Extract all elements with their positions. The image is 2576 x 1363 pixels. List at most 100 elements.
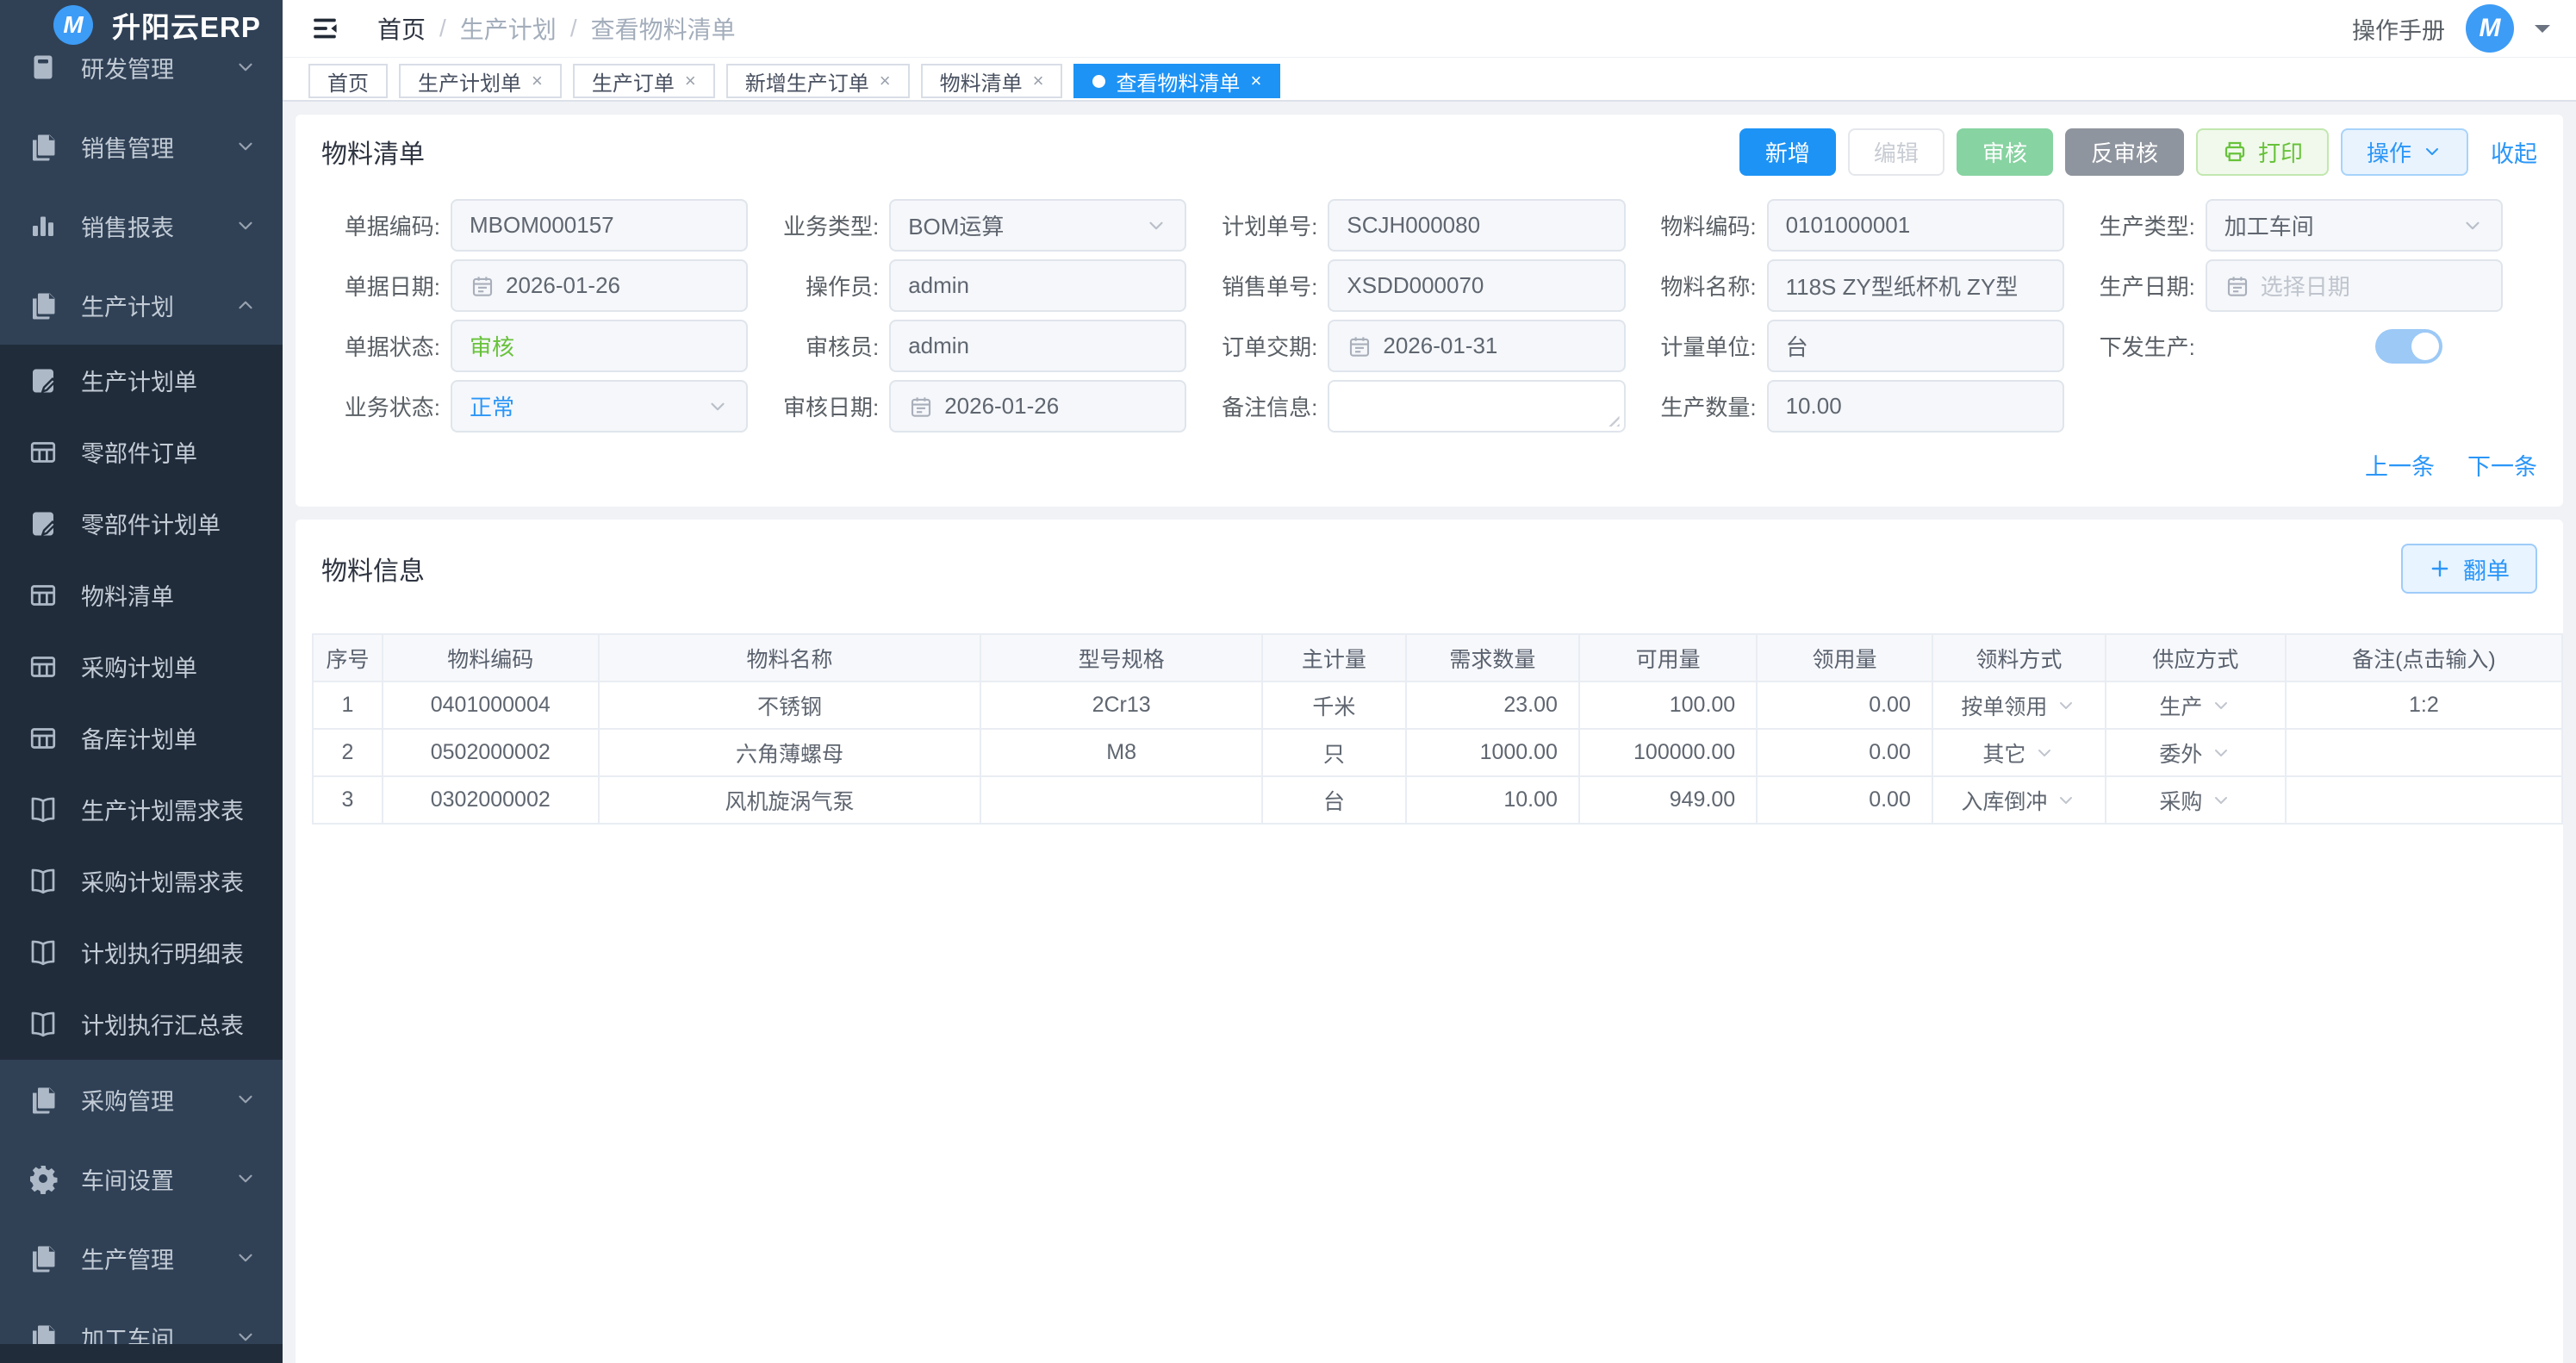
tab-view-material-list[interactable]: 查看物料清单 × [1073,64,1280,98]
cell-supply-mode-select[interactable]: 采购 [2106,776,2286,824]
unaudit-button[interactable]: 反审核 [2065,128,2184,176]
cell-remark[interactable] [2286,729,2562,776]
prod-type-select[interactable]: 加工车间 [2206,199,2503,252]
action-buttons: 新增 编辑 审核 反审核 打印 操作 收起 [1739,128,2537,176]
col-header-spec: 型号规格 [980,634,1261,682]
sidebar-item-stock-plan-order[interactable]: 备库计划单 [0,702,283,774]
sidebar-item-production-demand-report[interactable]: 生产计划需求表 [0,774,283,845]
prod-date-input[interactable]: 选择日期 [2206,259,2503,312]
bill-status-input[interactable]: 审核 [451,320,748,372]
bar-chart-icon [28,210,59,241]
tab-production-plan-order[interactable]: 生产计划单 × [399,64,562,98]
biz-type-select[interactable]: BOM运算 [889,199,1186,252]
delivery-date-input[interactable]: 2026-01-31 [1328,320,1625,372]
sidebar-item-workshop-settings[interactable]: 车间设置 [0,1139,283,1218]
bill-code-input[interactable]: MBOM000157 [451,199,748,252]
audit-date-input[interactable]: 2026-01-26 [889,380,1186,433]
operator-input[interactable]: admin [889,259,1186,312]
avatar[interactable]: M [2466,4,2514,53]
cell-pick-mode-select[interactable]: 入库倒冲 [1932,776,2106,824]
tab-close-icon[interactable]: × [685,72,696,90]
edit-button[interactable]: 编辑 [1848,128,1944,176]
plus-icon [2429,557,2451,580]
field-auditor: 审核员: admin [760,320,1186,372]
materials-table: 序号 物料编码 物料名称 型号规格 主计量 需求数量 可用量 领用量 领料方式 … [312,633,2563,825]
tab-new-production-order[interactable]: 新增生产订单 × [726,64,910,98]
sidebar-item-parts-plan-order[interactable]: 零部件计划单 [0,488,283,559]
tab-material-list[interactable]: 物料清单 × [921,64,1063,98]
sidebar-item-parts-order[interactable]: 零部件订单 [0,416,283,488]
tab-home[interactable]: 首页 [308,64,388,98]
sidebar-item-sales-report[interactable]: 销售报表 [0,186,283,265]
collapse-link[interactable]: 收起 [2491,135,2537,169]
page-content: 物料清单 新增 编辑 审核 反审核 打印 操作 [283,102,2576,1363]
caret-down-icon[interactable] [2535,25,2550,40]
prev-record-link[interactable]: 上一条 [2365,448,2435,482]
reorder-button[interactable]: 翻单 [2401,544,2537,594]
sidebar-item-sales-management[interactable]: 销售管理 [0,107,283,186]
manual-link[interactable]: 操作手册 [2352,12,2445,46]
print-button[interactable]: 打印 [2196,128,2329,176]
add-button[interactable]: 新增 [1739,128,1836,176]
col-header-index: 序号 [313,634,383,682]
breadcrumb-current: 查看物料清单 [591,11,736,46]
field-prod-type: 生产类型: 加工车间 [2076,199,2503,252]
sidebar-item-production-management[interactable]: 生产管理 [0,1218,283,1298]
cell-pick-mode-select[interactable]: 其它 [1932,729,2106,776]
bom-form: 单据编码: MBOM000157 业务类型: BOM运算 计划单号: SCJH0… [321,199,2537,433]
plan-no-input[interactable]: SCJH000080 [1328,199,1625,252]
field-bill-date: 单据日期: 2026-01-26 [321,259,748,312]
tab-close-icon[interactable]: × [1033,72,1044,90]
sidebar-item-label: 采购计划单 [81,650,197,683]
book-icon [28,1009,59,1040]
sidebar-item-purchase-management[interactable]: 采购管理 [0,1060,283,1139]
cell-pick-mode-select[interactable]: 按单领用 [1932,682,2106,729]
col-header-used-qty: 领用量 [1757,634,1932,682]
prod-qty-input[interactable]: 10.00 [1767,380,2064,433]
field-prod-date: 生产日期: 选择日期 [2076,259,2503,312]
cell-supply-mode-select[interactable]: 生产 [2106,682,2286,729]
cell-remark[interactable] [2286,776,2562,824]
cell-supply-mode-select[interactable]: 委外 [2106,729,2286,776]
tab-production-order[interactable]: 生产订单 × [573,64,715,98]
sidebar-item-rnd-management[interactable]: 研发管理 [0,50,283,107]
sidebar-item-plan-exec-detail-report[interactable]: 计划执行明细表 [0,917,283,988]
field-material-code: 物料编码: 0101000001 [1638,199,2064,252]
breadcrumb-home[interactable]: 首页 [377,11,426,46]
unit-input[interactable]: 台 [1767,320,2064,372]
sidebar-item-label: 生产计划单 [81,364,197,397]
sidebar-menu: 研发管理 销售管理 销售报表 生产计划 生产计划单 [0,50,283,1363]
chevron-up-icon [234,294,257,316]
bill-date-input[interactable]: 2026-01-26 [451,259,748,312]
sales-no-input[interactable]: XSDD000070 [1328,259,1625,312]
material-code-input[interactable]: 0101000001 [1767,199,2064,252]
next-record-link[interactable]: 下一条 [2467,448,2537,482]
sidebar-item-purchase-plan-order[interactable]: 采购计划单 [0,631,283,702]
resize-handle[interactable] [1606,413,1620,426]
remark-textarea[interactable] [1328,380,1625,433]
material-name-input[interactable]: 118S ZY型纸杯机 ZY型 [1767,259,2064,312]
chevron-down-icon [234,1167,257,1190]
production-plan-submenu: 生产计划单 零部件订单 零部件计划单 物料清单 采购计划单 [0,345,283,1060]
breadcrumb-production-plan[interactable]: 生产计划 [460,11,557,46]
menu-fold-icon[interactable] [310,14,339,43]
tab-close-icon[interactable]: × [880,72,891,90]
page-title: 物料清单 [321,133,425,171]
bom-form-card: 物料清单 新增 编辑 审核 反审核 打印 操作 [296,115,2563,507]
sidebar-item-production-plan-order[interactable]: 生产计划单 [0,345,283,416]
sidebar-item-plan-exec-summary-report[interactable]: 计划执行汇总表 [0,988,283,1060]
col-header-unit: 主计量 [1262,634,1406,682]
tab-close-icon[interactable]: × [1250,72,1261,90]
tab-close-icon[interactable]: × [532,72,543,90]
cell-remark[interactable]: 1:2 [2286,682,2562,729]
more-actions-button[interactable]: 操作 [2341,128,2468,176]
auditor-input[interactable]: admin [889,320,1186,372]
biz-status-select[interactable]: 正常 [451,380,748,433]
issue-production-toggle[interactable] [2375,329,2442,364]
audit-button[interactable]: 审核 [1957,128,2053,176]
sidebar-item-material-list[interactable]: 物料清单 [0,559,283,631]
sidebar-item-purchase-demand-report[interactable]: 采购计划需求表 [0,845,283,917]
col-header-available-qty: 可用量 [1579,634,1757,682]
sidebar-item-label: 采购管理 [81,1083,174,1117]
sidebar-item-production-plan[interactable]: 生产计划 [0,265,283,345]
